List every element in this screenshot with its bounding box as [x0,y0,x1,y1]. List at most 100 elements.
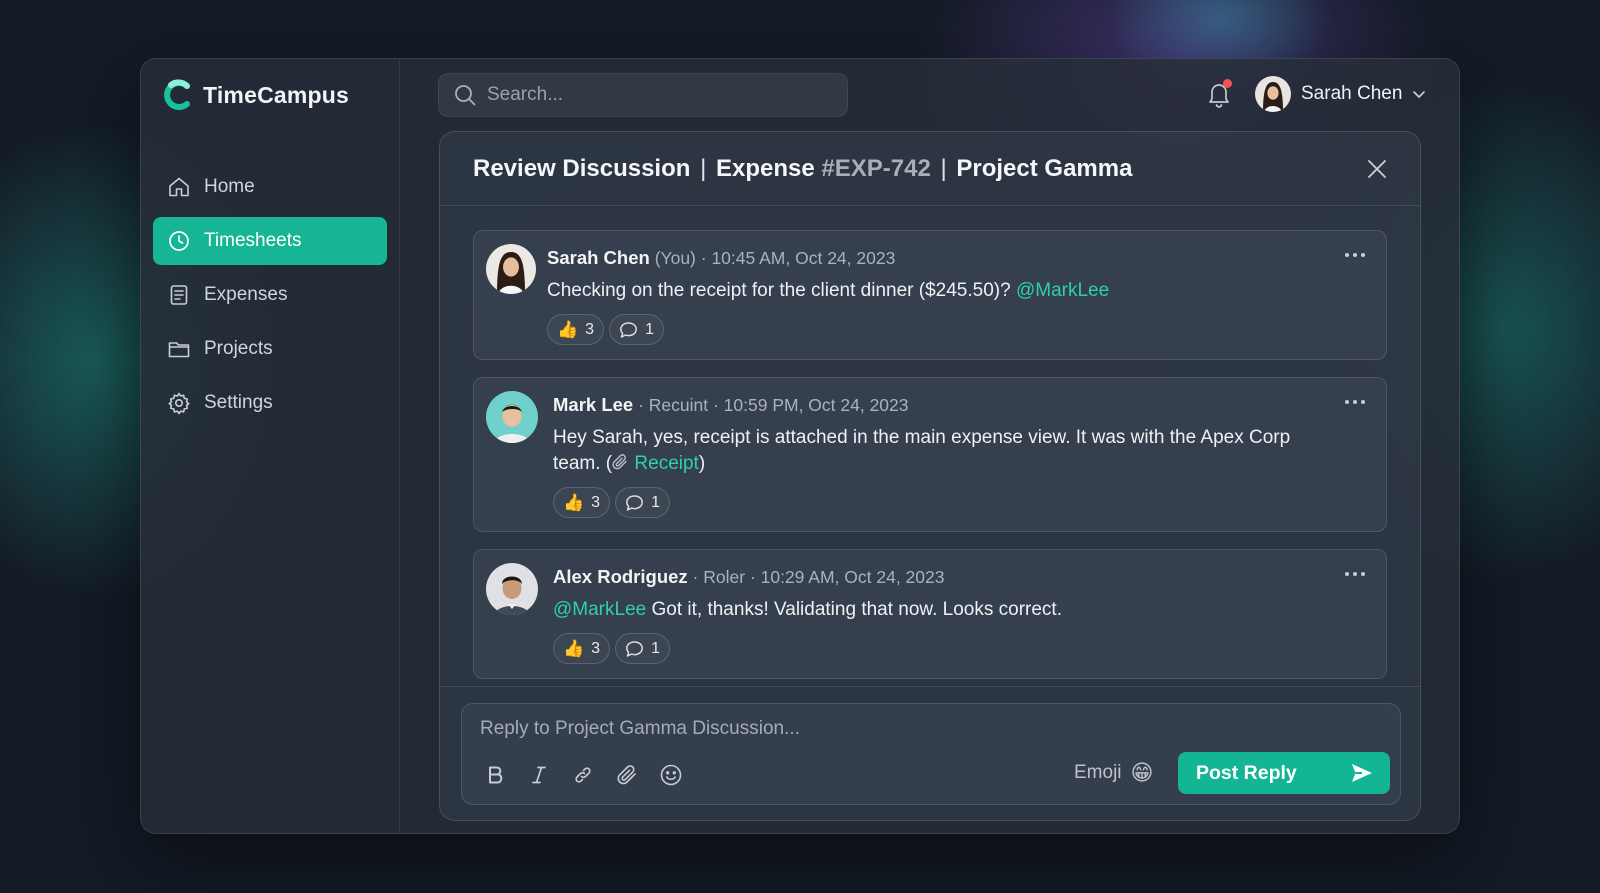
comment-timestamp: · 10:45 AM, Oct 24, 2023 [700,248,896,268]
receipt-icon [170,285,188,305]
panel-header: Review Discussion | Expense #EXP-742 | P… [440,132,1420,206]
more-options-icon[interactable] [1344,252,1366,258]
comment-icon [626,494,644,511]
sidebar-item-projects[interactable]: Projects [153,325,387,373]
emoji-label: Emoji [1074,762,1122,783]
user-menu[interactable]: Sarah Chen [1255,76,1426,112]
author-name[interactable]: Mark Lee [553,394,633,415]
sidebar-item-expenses[interactable]: Expenses [153,271,387,319]
app-window: TimeCampus Home Timesheets Expenses Proj… [140,58,1460,834]
italic-icon[interactable] [526,762,552,788]
reply-count: 1 [651,493,660,511]
sidebar-item-home[interactable]: Home [153,163,387,211]
composer-area: Emoji 😁 Post Reply [440,686,1420,820]
like-count: 3 [591,493,601,511]
comment-body: Sarah Chen (You) · 10:45 AM, Oct 24, 202… [547,247,1326,345]
title-expense-label: Expense [716,154,815,182]
home-icon [169,177,189,197]
comment-meta: Sarah Chen (You) · 10:45 AM, Oct 24, 202… [547,247,1326,269]
comment-card: Alex Rodriguez · Roler · 10:29 AM, Oct 2… [473,549,1387,679]
comment-meta: Mark Lee · Recuint · 10:59 PM, Oct 24, 2… [553,394,1326,416]
reactions: 👍 3 1 [553,487,1326,518]
user-name: Sarah Chen [1301,83,1403,104]
author-name[interactable]: Sarah Chen [547,247,650,268]
avatar [486,244,536,294]
reply-input[interactable] [480,716,1360,742]
notifications-button[interactable] [1205,79,1235,111]
send-icon [1352,764,1372,782]
comment-body: Alex Rodriguez · Roler · 10:29 AM, Oct 2… [553,566,1326,664]
logo-icon [164,79,190,110]
reply-count: 1 [645,320,654,338]
folder-icon [168,342,190,358]
brand[interactable]: TimeCampus [163,79,349,111]
sidebar-item-label: Projects [204,338,273,359]
comment-text: @MarkLee Got it, thanks! Validating that… [553,597,1326,623]
more-options-icon[interactable] [1344,571,1366,577]
comment-text: Hey Sarah, yes, receipt is attached in t… [553,425,1326,477]
sidebar: TimeCampus Home Timesheets Expenses Proj… [141,59,400,833]
link-icon[interactable] [570,762,596,788]
grinning-face-icon: 😁 [1130,760,1154,785]
paperclip-icon[interactable] [614,762,640,788]
review-discussion-panel: Review Discussion | Expense #EXP-742 | P… [439,131,1421,821]
notification-badge [1223,79,1232,88]
comment-text: Checking on the receipt for the client d… [547,278,1326,304]
panel-title: Review Discussion | Expense #EXP-742 | P… [473,155,1132,183]
message-text-end: ) [698,453,706,474]
like-reaction[interactable]: 👍 3 [553,487,611,518]
sidebar-nav: Home Timesheets Expenses Projects Settin… [153,163,387,433]
mention-link[interactable]: @MarkLee [553,599,646,620]
search-input[interactable] [487,84,827,106]
reply-count-button[interactable]: 1 [609,314,664,345]
comment-icon [620,321,638,338]
clock-icon [169,231,189,251]
thumbs-up-icon: 👍 [563,493,585,512]
sidebar-item-settings[interactable]: Settings [153,379,387,427]
author-name[interactable]: Alex Rodriguez [553,566,688,587]
sidebar-item-label: Timesheets [204,230,302,251]
like-reaction[interactable]: 👍 3 [553,633,611,664]
title-section: Review Discussion [473,154,691,182]
formatting-toolbar [482,762,684,788]
reply-count-button[interactable]: 1 [615,487,670,518]
paperclip-icon [612,454,627,470]
more-options-icon[interactable] [1344,399,1366,405]
user-avatar [1255,76,1291,112]
reply-composer: Emoji 😁 Post Reply [461,703,1401,805]
comment-thread: Sarah Chen (You) · 10:45 AM, Oct 24, 202… [473,230,1387,696]
avatar [486,563,538,615]
close-icon[interactable] [1364,156,1390,182]
post-reply-button[interactable]: Post Reply [1178,752,1390,794]
avatar [486,391,538,443]
sidebar-item-timesheets[interactable]: Timesheets [153,217,387,265]
chevron-down-icon [1413,91,1426,99]
bold-icon[interactable] [482,762,508,788]
message-text: Checking on the receipt for the client d… [547,280,1011,301]
comment-icon [626,640,644,657]
post-reply-label: Post Reply [1196,761,1297,784]
like-count: 3 [585,320,595,338]
author-suffix: (You) [654,248,696,268]
search-icon [455,85,476,106]
reactions: 👍 3 1 [547,314,1326,345]
expense-code: #EXP-742 [821,154,931,182]
receipt-link[interactable]: Receipt [634,453,698,474]
reply-count: 1 [651,639,660,657]
smiley-icon[interactable] [658,762,684,788]
title-separator: | [700,154,707,182]
reply-count-button[interactable]: 1 [615,633,670,664]
comment-body: Mark Lee · Recuint · 10:59 PM, Oct 24, 2… [553,394,1326,518]
title-project: Project Gamma [956,154,1133,182]
comment-meta: Alex Rodriguez · Roler · 10:29 AM, Oct 2… [553,566,1326,588]
like-reaction[interactable]: 👍 3 [547,314,605,345]
comment-card: Mark Lee · Recuint · 10:59 PM, Oct 24, 2… [473,377,1387,532]
thumbs-up-icon: 👍 [563,639,585,658]
search-box[interactable] [438,73,848,117]
reactions: 👍 3 1 [553,633,1326,664]
like-count: 3 [591,639,601,657]
comment-card: Sarah Chen (You) · 10:45 AM, Oct 24, 202… [473,230,1387,360]
emoji-button[interactable]: Emoji 😁 [1074,762,1153,784]
mention-link[interactable]: @MarkLee [1016,280,1109,301]
message-text: Got it, thanks! Validating that now. Loo… [651,599,1062,620]
